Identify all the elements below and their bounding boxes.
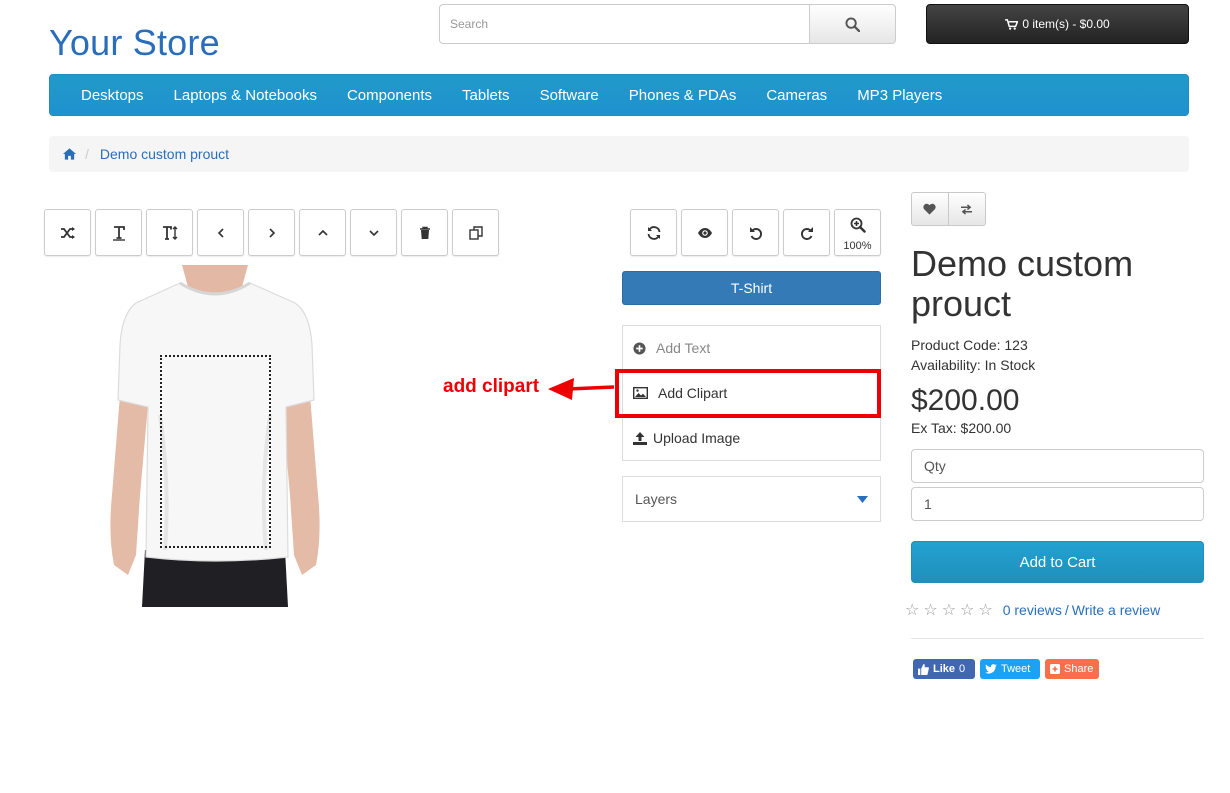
zoom-button[interactable]: 100% <box>834 209 881 256</box>
text-height-button[interactable] <box>146 209 193 256</box>
star-icon: ☆ <box>905 602 920 619</box>
compare-button[interactable] <box>948 192 986 226</box>
shuffle-icon <box>60 226 75 239</box>
delete-button[interactable] <box>401 209 448 256</box>
share-label: Share <box>1064 663 1094 675</box>
star-icon: ☆ <box>960 602 975 619</box>
menu-item-components[interactable]: Components <box>332 87 447 104</box>
annotation-arrow <box>548 378 615 400</box>
add-to-cart-button[interactable]: Add to Cart <box>911 541 1204 583</box>
text-tool-button[interactable] <box>95 209 142 256</box>
menu-item-mp3[interactable]: MP3 Players <box>842 87 957 104</box>
upload-image-item[interactable]: Upload Image <box>633 430 740 446</box>
redo-button[interactable] <box>783 209 830 256</box>
tweet-label: Tweet <box>1001 663 1031 675</box>
qty-label: Qty <box>911 449 1204 483</box>
add-text-item[interactable]: Add Text <box>633 340 710 356</box>
search-icon <box>845 16 860 32</box>
write-review-link[interactable]: Write a review <box>1072 602 1160 618</box>
layers-accordion[interactable]: Layers <box>622 476 881 522</box>
product-type-button[interactable]: T-Shirt <box>622 271 881 305</box>
home-icon[interactable] <box>63 148 76 160</box>
zoom-in-icon <box>850 217 866 233</box>
upload-icon <box>633 431 647 445</box>
star-icon: ☆ <box>941 602 957 619</box>
store-logo[interactable]: Your Store <box>49 22 220 64</box>
zoom-level: 100% <box>843 240 872 252</box>
upload-image-label: Upload Image <box>653 430 741 446</box>
cart-button[interactable]: 0 item(s) - $0.00 <box>926 4 1189 44</box>
breadcrumb-product[interactable]: Demo custom prouct <box>100 146 229 162</box>
plus-circle-icon <box>633 341 646 355</box>
layers-label: Layers <box>635 491 678 507</box>
like-count: 0 <box>959 663 966 675</box>
twitter-icon <box>985 664 997 674</box>
move-right-button[interactable] <box>248 209 295 256</box>
add-text-label: Add Text <box>656 340 711 356</box>
breadcrumb: / Demo custom prouct <box>49 136 1189 172</box>
share-button[interactable]: Share <box>1045 659 1099 679</box>
product-action-group <box>911 192 986 226</box>
left-arm <box>110 395 148 575</box>
chevron-down-icon <box>368 229 379 236</box>
plus-square-icon <box>1050 664 1060 674</box>
menu-item-desktops[interactable]: Desktops <box>66 87 159 104</box>
divider <box>911 638 1204 639</box>
refresh-button[interactable] <box>630 209 677 256</box>
undo-icon <box>749 226 762 240</box>
product-title: Demo custom prouct <box>911 243 1134 324</box>
move-down-button[interactable] <box>350 209 397 256</box>
star-icon: ☆ <box>923 602 938 619</box>
product-ex-tax: Ex Tax: $200.00 <box>911 420 1012 436</box>
text-height-icon <box>162 225 177 240</box>
chevron-up-icon <box>317 229 328 236</box>
wishlist-button[interactable] <box>911 192 949 226</box>
reviews-link[interactable]: 0 reviews <box>1003 602 1062 618</box>
move-left-button[interactable] <box>197 209 244 256</box>
search-input[interactable]: Search <box>439 4 810 44</box>
heart-icon <box>923 203 936 215</box>
menu-item-phones[interactable]: Phones & PDAs <box>614 87 752 104</box>
menu-item-cameras[interactable]: Cameras <box>751 87 842 104</box>
print-area-boundary <box>160 355 271 548</box>
copy-icon <box>468 225 483 240</box>
shuffle-button[interactable] <box>44 209 91 256</box>
cart-total: 0 item(s) - $0.00 <box>1022 17 1110 31</box>
caret-down-icon <box>857 495 868 503</box>
trash-icon <box>419 226 430 239</box>
search-bar: Search <box>439 4 896 44</box>
main-menu: Desktops Laptops & Notebooks Components … <box>49 74 1189 116</box>
preview-button[interactable] <box>681 209 728 256</box>
exchange-icon <box>961 203 973 215</box>
reviews-separator: / <box>1064 602 1069 618</box>
undo-button[interactable] <box>732 209 779 256</box>
product-availability: Availability: In Stock <box>911 357 1036 373</box>
tweet-button[interactable]: Tweet <box>980 659 1040 679</box>
cart-icon <box>1005 18 1019 30</box>
product-price: $200.00 <box>911 384 1020 417</box>
annotation-highlight-box <box>615 369 881 418</box>
chevron-left-icon <box>217 227 224 238</box>
breadcrumb-separator: / <box>85 146 89 162</box>
chevron-right-icon <box>268 227 275 238</box>
eye-icon <box>697 227 712 238</box>
star-icon: ☆ <box>978 602 993 619</box>
social-share-bar: Like 0 Tweet Share <box>913 659 1099 679</box>
thumbs-up-icon <box>918 663 929 675</box>
annotation-label: add clipart <box>443 376 540 397</box>
rating-row: ☆ ☆ ☆ ☆ ☆ 0 reviews / Write a review <box>905 600 1160 620</box>
redo-icon <box>800 226 813 240</box>
text-style-icon <box>112 225 125 241</box>
menu-item-tablets[interactable]: Tablets <box>447 87 525 104</box>
move-up-button[interactable] <box>299 209 346 256</box>
search-button[interactable] <box>810 4 896 44</box>
menu-item-laptops[interactable]: Laptops & Notebooks <box>159 87 332 104</box>
menu-item-software[interactable]: Software <box>525 87 614 104</box>
like-label: Like <box>933 663 956 675</box>
refresh-icon <box>647 225 660 240</box>
product-code: Product Code: 123 <box>911 337 1028 353</box>
facebook-like-button[interactable]: Like 0 <box>913 659 975 679</box>
qty-input[interactable]: 1 <box>911 487 1204 521</box>
duplicate-button[interactable] <box>452 209 499 256</box>
